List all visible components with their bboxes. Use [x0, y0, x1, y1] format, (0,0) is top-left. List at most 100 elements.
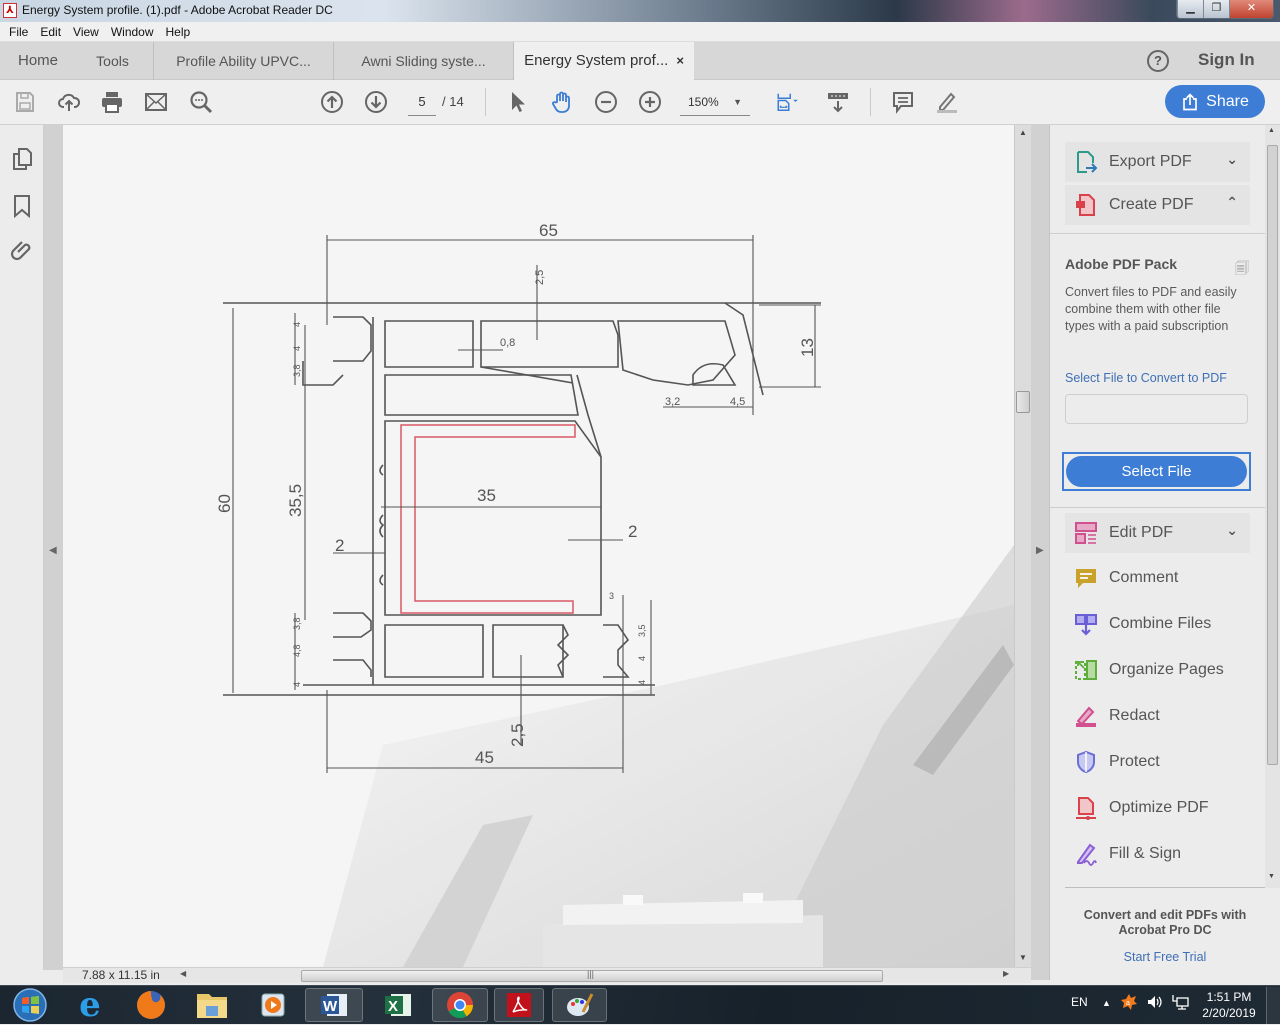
menu-help[interactable]: Help: [164, 22, 197, 41]
dim-left-top-2: 4: [292, 346, 302, 351]
bookmarks-icon[interactable]: [10, 194, 34, 219]
horizontal-scrollbar[interactable]: ◀ ||| ▶: [63, 967, 1031, 983]
chevron-up-icon[interactable]: ⌃: [1226, 194, 1238, 211]
start-free-trial-link[interactable]: Start Free Trial: [1065, 950, 1265, 964]
menu-edit[interactable]: Edit: [38, 22, 67, 41]
tab-tools[interactable]: Tools: [72, 42, 154, 80]
zoom-level-select[interactable]: 150% ▼: [680, 90, 750, 116]
chrome-icon[interactable]: [432, 988, 488, 1022]
tool-protect[interactable]: Protect: [1065, 742, 1250, 782]
chevron-down-icon[interactable]: ⌄: [1226, 522, 1238, 539]
internet-explorer-icon[interactable]: e: [60, 985, 120, 1025]
tool-organize-pages[interactable]: Organize Pages: [1065, 650, 1250, 690]
help-button[interactable]: ?: [1147, 50, 1169, 72]
tab-home[interactable]: Home: [8, 42, 68, 80]
scroll-left-icon[interactable]: ◀: [180, 969, 186, 978]
paint-icon[interactable]: [552, 988, 607, 1022]
collapse-right-pane-icon[interactable]: ▶: [1036, 545, 1044, 556]
start-button[interactable]: [0, 988, 60, 1022]
dim-left-bottom-3: 4: [292, 682, 302, 687]
tool-edit-pdf[interactable]: Edit PDF ⌄: [1065, 513, 1250, 553]
word-icon[interactable]: W: [305, 988, 363, 1022]
tool-label: Organize Pages: [1109, 661, 1224, 678]
profile-outline: [223, 302, 821, 696]
zoom-level-value: 150%: [688, 95, 719, 109]
tool-redact[interactable]: Redact: [1065, 696, 1250, 736]
next-page-icon[interactable]: [363, 89, 389, 115]
scroll-right-icon[interactable]: ▶: [1003, 969, 1009, 978]
toolbar-divider: [870, 88, 871, 116]
sign-in-link[interactable]: Sign In: [1198, 50, 1255, 70]
select-arrow-icon[interactable]: [505, 89, 531, 115]
expand-left-pane-icon[interactable]: ◀: [49, 545, 57, 556]
select-file-button[interactable]: Select File: [1062, 452, 1251, 491]
scroll-down-icon[interactable]: ▼: [1019, 953, 1027, 962]
zoom-in-icon[interactable]: [637, 89, 663, 115]
pdf-pack-description: Convert files to PDF and easily combine …: [1065, 285, 1237, 333]
tool-comment[interactable]: Comment: [1065, 558, 1250, 598]
avast-icon[interactable]: a: [1120, 993, 1138, 1014]
fit-page-icon[interactable]: [770, 89, 806, 115]
menu-view[interactable]: View: [71, 22, 105, 41]
scroll-down-icon[interactable]: ▼: [1268, 873, 1275, 880]
scroll-up-icon[interactable]: ▲: [1019, 128, 1027, 137]
share-button[interactable]: Share: [1165, 85, 1265, 118]
save-icon[interactable]: [12, 89, 38, 115]
chevron-down-icon[interactable]: ⌄: [1226, 151, 1238, 168]
protect-icon: [1073, 749, 1099, 775]
vertical-scroll-thumb[interactable]: [1016, 391, 1030, 413]
hand-icon[interactable]: [549, 89, 575, 115]
tool-export-pdf[interactable]: Export PDF ⌄: [1065, 142, 1250, 182]
tool-fill-sign[interactable]: Fill & Sign: [1065, 834, 1250, 874]
system-clock[interactable]: 1:51 PM 2/20/2019: [1196, 989, 1262, 1021]
show-hidden-icons[interactable]: ▲: [1102, 998, 1111, 1008]
right-pane-splitter[interactable]: ▶: [1031, 125, 1050, 980]
dim-left-bottom-2: 4,8: [292, 644, 302, 657]
print-icon[interactable]: [99, 89, 125, 115]
tools-pane-scrollbar[interactable]: ▲ ▼: [1265, 125, 1280, 888]
tools-pane: Export PDF ⌄ Create PDF ⌃ Adobe PDF Pack…: [1050, 125, 1265, 980]
page-thumbnails-icon[interactable]: [10, 147, 34, 171]
comment-tool-icon: [1073, 565, 1099, 591]
network-icon[interactable]: [1171, 993, 1189, 1014]
close-tab-icon[interactable]: ×: [676, 53, 684, 68]
tab-document[interactable]: Awni Sliding syste...: [334, 42, 514, 80]
media-player-icon[interactable]: [243, 988, 303, 1022]
tab-document[interactable]: Profile Ability UPVC...: [154, 42, 334, 80]
document-page[interactable]: 65 45 60 35,5 35 13 2 2 2,5 0,8 2,5 3,2 …: [63, 125, 1014, 967]
tab-document-active[interactable]: Energy System prof... ×: [514, 42, 694, 81]
tool-optimize-pdf[interactable]: Optimize PDF: [1065, 788, 1250, 828]
restore-button[interactable]: ❐: [1203, 0, 1229, 18]
tools-pane-scroll-thumb[interactable]: [1267, 145, 1278, 765]
highlight-pen-icon[interactable]: [934, 89, 960, 115]
minimize-button[interactable]: ▁: [1177, 0, 1203, 18]
zoom-out-icon[interactable]: [593, 89, 619, 115]
file-to-convert-input[interactable]: [1065, 394, 1248, 424]
tool-combine-files[interactable]: Combine Files: [1065, 604, 1250, 644]
scroll-up-icon[interactable]: ▲: [1268, 127, 1275, 134]
close-window-button[interactable]: ✕: [1229, 0, 1273, 18]
tool-label: Protect: [1109, 753, 1160, 770]
excel-icon[interactable]: X: [368, 988, 428, 1022]
menu-file[interactable]: File: [7, 22, 34, 41]
firefox-icon[interactable]: [121, 988, 181, 1022]
tool-create-pdf[interactable]: Create PDF ⌃: [1065, 185, 1250, 225]
show-desktop-button[interactable]: [1266, 987, 1280, 1024]
email-icon[interactable]: [143, 89, 169, 115]
scroll-mode-icon[interactable]: [825, 89, 851, 115]
horizontal-scroll-thumb[interactable]: |||: [301, 969, 883, 982]
menu-window[interactable]: Window: [109, 22, 160, 41]
acrobat-reader-icon[interactable]: [494, 988, 544, 1022]
comment-icon[interactable]: [890, 89, 916, 115]
vertical-scrollbar[interactable]: ▲ ▼: [1014, 125, 1031, 967]
page-number-input[interactable]: 5: [408, 90, 436, 116]
find-icon[interactable]: [188, 89, 214, 115]
upload-cloud-icon[interactable]: [56, 89, 82, 115]
previous-page-icon[interactable]: [319, 89, 345, 115]
dim-overall-width-top: 65: [539, 221, 558, 240]
file-explorer-icon[interactable]: [182, 988, 242, 1022]
left-pane-splitter[interactable]: ◀: [44, 125, 63, 970]
volume-icon[interactable]: [1146, 993, 1164, 1014]
language-indicator[interactable]: EN: [1071, 995, 1088, 1009]
attachments-icon[interactable]: [10, 239, 34, 263]
